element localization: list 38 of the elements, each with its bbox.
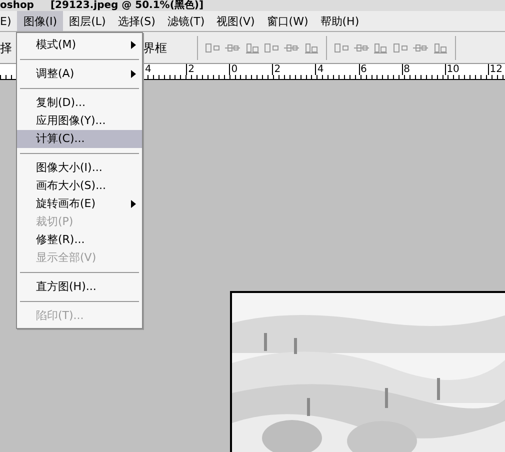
menu-bar-item[interactable]: 视图(V) [210,11,261,31]
ruler-number: 6 [358,64,367,75]
align-icon[interactable] [302,40,320,54]
menu-bar-item[interactable]: 选择(S) [112,11,162,31]
align-icon[interactable] [204,40,221,54]
menu-item[interactable]: 模式(M) [17,36,142,54]
app-title: oshop [0,0,34,11]
menu-item[interactable]: 画布大小(S)... [17,177,142,195]
menu-item[interactable]: 调整(A) [17,65,142,83]
menu-bar-item[interactable]: E) [0,11,18,31]
align-icon[interactable] [263,40,280,54]
align-icon[interactable] [372,40,390,54]
ruler-number: 4 [315,64,324,75]
menu-item[interactable]: 旋转画布(E) [17,195,142,213]
align-icon[interactable] [332,40,350,54]
menu-bar-item[interactable]: 图像(I) [17,11,64,31]
menu-item[interactable]: 应用图像(Y)... [17,112,142,130]
ruler-number: 2 [186,64,194,75]
menu-item[interactable]: 修整(R)... [17,231,142,249]
align-icon[interactable] [244,40,260,54]
option-label: 择 [0,40,12,56]
ruler-number: 0 [229,64,238,75]
menu-item[interactable]: 复制(D)... [17,94,142,112]
align-icon[interactable] [432,40,448,54]
menu-item[interactable]: 计算(C)... [17,130,142,148]
ruler-number: 2 [272,64,281,75]
menu-bar-item[interactable]: 帮助(H) [314,11,366,31]
menu-bar-item[interactable]: 滤镜(T) [161,11,211,31]
menu-item[interactable]: 直方图(H)... [17,278,142,296]
option-label: 界框 [143,40,167,56]
ruler-number: 10 [444,64,460,75]
document-title: [29123.jpeg @ 50.1%(黑色)] [50,0,204,11]
ruler-number: 8 [402,64,410,75]
ruler-number: 12 [488,64,503,75]
align-icon[interactable] [392,40,409,54]
menu-bar-item[interactable]: 窗口(W) [260,11,314,31]
menu-bar-item[interactable]: 图层(L) [63,11,112,31]
menu-item[interactable]: 图像大小(I)... [17,159,142,177]
